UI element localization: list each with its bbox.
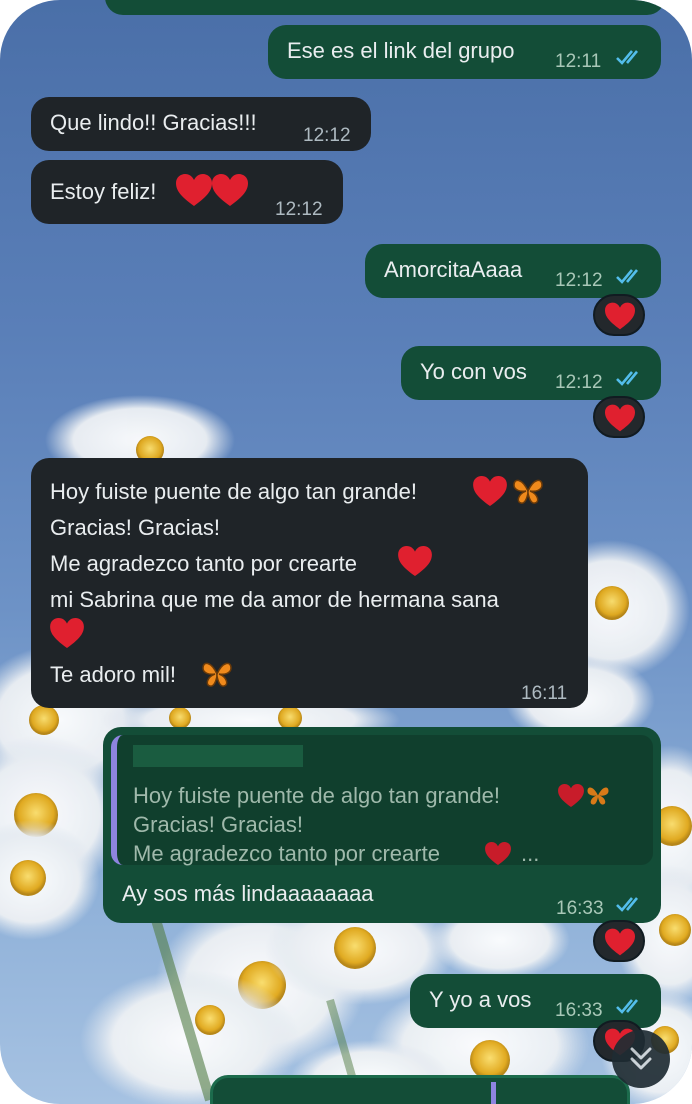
red-heart-emoji	[50, 618, 84, 648]
message-time: 16:11	[521, 683, 568, 704]
chat-screen: Ese es el link del grupo 12:11 Que lindo…	[0, 0, 692, 1104]
message-text-line: Hoy fuiste puente de algo tan grande!	[50, 479, 417, 504]
message-time: 12:12	[303, 125, 351, 146]
message-bubble-incoming[interactable]: Estoy feliz! 12:12	[31, 160, 343, 224]
quoted-message[interactable]: Hoy fuiste puente de algo tan grande! Gr…	[111, 735, 653, 866]
butterfly-emoji	[202, 662, 232, 687]
message-bubble-incoming[interactable]: Que lindo!! Gracias!!! 12:12	[31, 97, 371, 151]
message-reaction[interactable]	[593, 294, 645, 336]
quoted-author-redacted	[133, 745, 303, 767]
double-check-icon	[616, 269, 638, 284]
quoted-message-partial	[491, 1082, 496, 1104]
quoted-text-line: Me agradezco tanto por crearte	[133, 841, 440, 866]
red-heart-emoji	[473, 476, 507, 506]
message-bubble-outgoing[interactable]: Ese es el link del grupo 12:11	[268, 25, 661, 79]
red-heart-emoji	[605, 404, 635, 432]
quoted-text-line: Gracias! Gracias!	[133, 812, 303, 837]
message-bubble-partial-bottom[interactable]	[210, 1075, 630, 1104]
message-time: 12:12	[275, 199, 323, 220]
quoted-ellipsis: ...	[521, 841, 540, 866]
message-text-line: mi Sabrina que me da amor de hermana san…	[50, 587, 499, 612]
message-text: Y yo a vos	[429, 987, 532, 1012]
message-time: 12:11	[555, 51, 602, 72]
butterfly-emoji	[587, 787, 609, 805]
message-text: Estoy feliz!	[50, 179, 157, 204]
message-time: 16:33	[555, 1000, 603, 1021]
red-heart-emoji	[558, 784, 584, 807]
message-reaction[interactable]	[593, 396, 645, 438]
message-bubble-partial-top[interactable]	[105, 0, 665, 15]
double-check-icon	[616, 897, 638, 912]
message-bubble-incoming[interactable]: Hoy fuiste puente de algo tan grande! Gr…	[31, 458, 588, 708]
red-heart-emoji	[398, 546, 432, 576]
message-text-line: Gracias! Gracias!	[50, 515, 220, 540]
double-check-icon	[616, 999, 638, 1014]
chevrons-down-icon	[630, 1047, 652, 1070]
message-text: AmorcitaAaaa	[384, 257, 523, 282]
red-heart-emoji	[485, 842, 511, 865]
double-check-icon	[616, 371, 638, 386]
red-heart-emoji	[605, 302, 635, 330]
message-reaction[interactable]	[593, 920, 645, 962]
message-bubble-outgoing-reply[interactable]: Hoy fuiste puente de algo tan grande! Gr…	[103, 727, 661, 923]
double-check-icon	[616, 50, 638, 65]
message-bubble-outgoing[interactable]: Yo con vos 12:12	[401, 346, 661, 400]
message-text-line: Me agradezco tanto por crearte	[50, 551, 357, 576]
message-text-line: Te adoro mil!	[50, 662, 176, 687]
message-bubble-outgoing[interactable]: AmorcitaAaaa 12:12	[365, 244, 661, 298]
message-text: Yo con vos	[420, 359, 527, 384]
message-time: 16:33	[556, 898, 604, 919]
butterfly-emoji	[513, 479, 543, 504]
scroll-to-bottom-button[interactable]	[612, 1030, 670, 1088]
message-time: 12:12	[555, 372, 603, 393]
message-time: 12:12	[555, 270, 603, 291]
red-heart-emoji	[605, 928, 635, 956]
quoted-text-line: Hoy fuiste puente de algo tan grande!	[133, 783, 500, 808]
message-text: Que lindo!! Gracias!!!	[50, 110, 257, 135]
message-text: Ay sos más lindaaaaaaaa	[122, 881, 374, 906]
message-text: Ese es el link del grupo	[287, 38, 515, 63]
red-heart-emoji	[176, 174, 248, 206]
